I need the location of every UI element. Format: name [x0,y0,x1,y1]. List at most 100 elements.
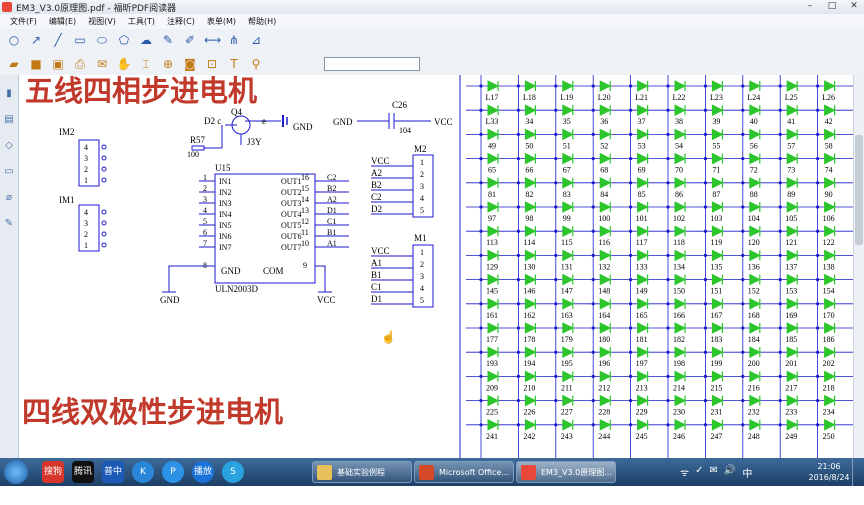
player-app-icon[interactable]: 播放器 [192,461,214,499]
s-app-icon[interactable]: S [222,461,244,483]
led-diode [562,418,574,431]
task-office-label: Microsoft Office... [439,468,509,477]
volume-icon[interactable]: 🔊 [724,465,736,480]
email-icon[interactable]: ✉ [94,57,110,72]
scrollbar-thumb[interactable] [855,135,863,245]
perimeter-tool-icon[interactable]: ⋔ [226,33,242,48]
vertical-scrollbar[interactable] [853,75,864,458]
led-label: 98 [525,214,533,223]
sogou-app-icon[interactable]: 搜狗 [42,461,64,483]
pages-icon[interactable]: ▤ [2,113,16,127]
led-label: 210 [523,383,535,392]
led-label: 231 [710,408,722,417]
bookmark-icon[interactable]: ▮ [2,87,16,101]
save-icon[interactable]: ■ [28,57,44,72]
im1-pin [101,231,107,237]
led-junction [778,350,782,354]
led-junction [629,132,633,136]
led-label: 209 [486,383,498,392]
search-input[interactable] [324,57,420,71]
ic-input-pin-number: 4 [203,206,207,215]
led-junction [629,399,633,403]
led-junction [778,278,782,282]
led-diode [524,346,537,359]
maximize-button[interactable]: □ [824,1,840,12]
fit-icon[interactable]: ⊡ [204,57,220,72]
line-tool-icon[interactable]: ╱ [50,33,66,48]
task-foxit[interactable]: EM3_V3.0原理图... [516,461,616,483]
im2-pin-label: 3 [84,154,88,163]
signature-icon[interactable]: ✎ [2,217,16,231]
led-label: 162 [523,311,535,320]
close-button[interactable]: ✕ [846,1,862,12]
distance-tool-icon[interactable]: ⟷ [204,33,221,48]
minimize-button[interactable]: – [802,1,818,12]
select-icon[interactable]: ⌶ [138,57,154,72]
led-label: 184 [748,335,760,344]
area-tool-icon[interactable]: ⊿ [248,33,264,48]
led-junction [703,399,708,403]
circle-tool-icon[interactable]: ○ [6,33,22,48]
open-icon[interactable]: ▰ [6,57,22,72]
led-label: 183 [710,335,722,344]
menu-view[interactable]: 视图(V) [88,16,116,27]
q4-gnd-label: GND [293,122,313,132]
qq-app-icon[interactable]: 腾讯QQ [72,461,94,499]
pencil-tool-icon[interactable]: ✎ [160,33,176,48]
led-junction [778,399,782,403]
security-icon[interactable]: ✓ [695,465,703,480]
ic-pin9-label: 9 [303,261,307,270]
led-label: 36 [600,117,608,126]
ellipse-tool-icon[interactable]: ⬭ [94,33,110,48]
hand-icon[interactable]: ✋ [116,57,132,72]
document-canvas[interactable]: 五线四相步进电机 Q4 D2 c e GND J3Y R57 100 C26 G… [19,75,853,458]
save-as-icon[interactable]: ▣ [50,57,66,72]
menu-file[interactable]: 文件(F) [10,16,37,27]
led-label: 247 [710,432,722,441]
led-diode [749,80,761,92]
menu-help[interactable]: 帮助(H) [248,16,276,27]
print-icon[interactable]: ⎙ [72,57,88,72]
highlighter-tool-icon[interactable]: ✐ [182,33,198,48]
message-icon[interactable]: ✉ [710,465,718,480]
im1-pin [101,209,107,215]
layers-icon[interactable]: ◇ [2,139,16,153]
comments-icon[interactable]: ▭ [2,165,16,179]
start-button[interactable] [4,460,28,484]
attachment-icon[interactable]: ⌀ [2,191,16,205]
ime-icon[interactable]: 中 [742,465,752,480]
im1-pin-label: 2 [84,230,88,239]
typewriter-icon[interactable]: T [226,57,242,72]
find-icon[interactable]: ⚲ [248,57,264,72]
p-app-icon[interactable]: P [162,461,184,483]
show-desktop-button[interactable] [852,458,864,486]
led-diode [599,297,612,310]
led-junction [554,423,558,427]
network-icon[interactable]: ᯤ [680,465,689,480]
k-app-icon[interactable]: K [132,461,154,483]
system-clock[interactable]: 21:06 2016/8/24 [808,461,850,483]
led-label: 121 [785,238,797,247]
ic-gnd-label: GND [221,266,241,276]
menu-comment[interactable]: 注释(C) [167,16,195,27]
snapshot-icon[interactable]: ◙ [182,57,198,72]
polygon-tool-icon[interactable]: ⬠ [116,33,132,48]
zoom-icon[interactable]: ⊕ [160,57,176,72]
led-label: 230 [673,408,685,417]
menu-edit[interactable]: 编辑(E) [49,16,76,27]
puzhong-isp-icon[interactable]: 普中ISP [102,461,124,499]
menu-form[interactable]: 表单(M) [207,16,236,27]
led-junction [703,132,708,136]
window-title: EM3_V3.0原理图.pdf - 福昕PDF阅读器 [16,4,177,14]
cloud-tool-icon[interactable]: ☁ [138,33,154,48]
menu-tools[interactable]: 工具(T) [128,16,155,27]
arrow-tool-icon[interactable]: ↗ [28,33,44,48]
led-junction [591,253,595,257]
led-diode [824,370,836,383]
led-junction [703,84,708,88]
task-explorer[interactable]: 基础实验例程 [312,461,412,483]
task-office[interactable]: Microsoft Office... [414,461,514,483]
led-diode [524,201,537,213]
rectangle-tool-icon[interactable]: ▭ [72,33,88,48]
led-junction [703,302,708,306]
